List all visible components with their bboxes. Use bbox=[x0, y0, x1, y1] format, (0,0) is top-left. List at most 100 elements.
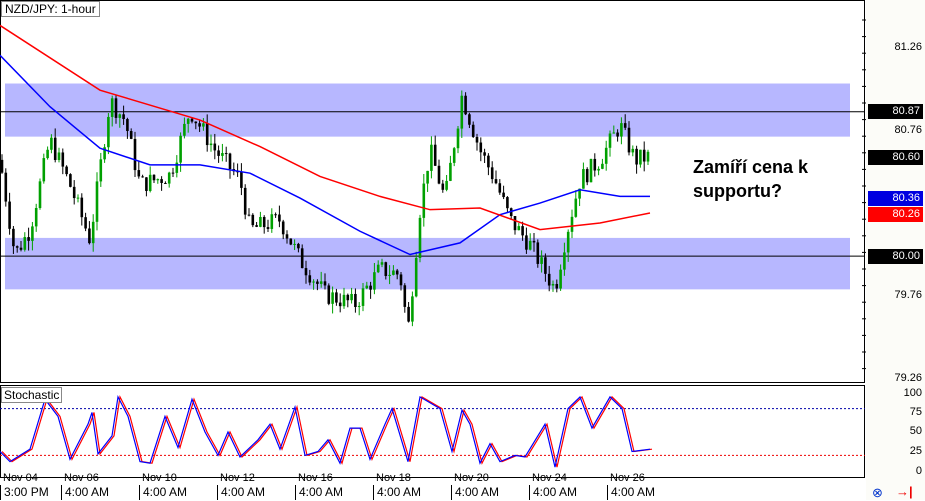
candle-body bbox=[430, 144, 433, 171]
candle-body bbox=[76, 197, 80, 199]
candle-body bbox=[604, 147, 608, 164]
candle-body bbox=[380, 262, 384, 265]
candle-body bbox=[27, 237, 30, 241]
candle-body bbox=[563, 252, 566, 270]
candle-body bbox=[107, 116, 110, 148]
current-price-tag: 80.60 bbox=[868, 150, 923, 165]
candle-body bbox=[240, 171, 243, 188]
candle-body bbox=[38, 181, 42, 209]
candle-body bbox=[414, 257, 418, 297]
candle-body bbox=[639, 149, 642, 165]
candle-body bbox=[259, 216, 262, 227]
link-icon[interactable]: ⊗ bbox=[872, 485, 883, 501]
candle-body bbox=[145, 177, 148, 191]
candle-body bbox=[312, 281, 315, 283]
stoch-tick: 100 bbox=[903, 387, 922, 399]
time-label: 3:00 PM bbox=[0, 485, 49, 500]
candle-body bbox=[80, 197, 84, 218]
candle-body bbox=[559, 269, 562, 289]
candle-body bbox=[99, 159, 103, 182]
date-label: Nov 26 bbox=[610, 472, 645, 484]
candle-body bbox=[327, 285, 331, 304]
candle-body bbox=[61, 152, 65, 167]
candle-body bbox=[251, 214, 255, 226]
candle-body bbox=[555, 283, 559, 289]
candle-body bbox=[403, 285, 407, 307]
candle-body bbox=[274, 214, 277, 216]
candle-body bbox=[243, 187, 247, 215]
candle-body bbox=[304, 268, 308, 276]
candle-body bbox=[213, 143, 217, 151]
candle-body bbox=[152, 174, 156, 181]
stoch-tick: 0 bbox=[915, 465, 922, 477]
candle-body bbox=[475, 136, 479, 143]
candle-body bbox=[205, 123, 209, 146]
candle-body bbox=[72, 186, 76, 199]
candle-body bbox=[502, 192, 505, 198]
candle-body bbox=[319, 281, 323, 284]
candle-body bbox=[221, 153, 224, 156]
candle-body bbox=[373, 272, 376, 290]
candle-body bbox=[270, 214, 274, 229]
chart-title: NZD/JPY: 1-hour bbox=[1, 1, 100, 17]
time-label: 4:00 AM bbox=[373, 485, 421, 500]
candle-body bbox=[464, 95, 467, 115]
candle-body bbox=[46, 149, 49, 159]
candle-body bbox=[133, 138, 137, 171]
candle-body bbox=[300, 248, 304, 269]
date-label: Nov 24 bbox=[532, 472, 567, 484]
stochastic-d-line bbox=[1, 394, 653, 468]
candle-body bbox=[228, 153, 232, 170]
candle-body bbox=[437, 165, 441, 184]
indicator-title: Stochastic bbox=[1, 387, 63, 403]
candle-body bbox=[19, 247, 23, 250]
candle-body bbox=[357, 305, 361, 308]
candle-body bbox=[323, 281, 327, 286]
candle-body bbox=[297, 243, 300, 249]
candle-body bbox=[137, 170, 141, 177]
candle-body bbox=[194, 121, 198, 124]
candle-body bbox=[167, 172, 171, 184]
time-label: 4:00 AM bbox=[607, 485, 655, 500]
price-tick: 81.26 bbox=[894, 41, 922, 53]
time-label: 4:00 AM bbox=[295, 485, 343, 500]
candle-body bbox=[388, 274, 391, 276]
candle-body bbox=[449, 162, 452, 181]
candle-body bbox=[350, 293, 353, 301]
date-label: Nov 12 bbox=[220, 472, 255, 484]
candle-body bbox=[12, 228, 15, 247]
time-label: 4:00 AM bbox=[451, 485, 499, 500]
scroll-to-end-icon[interactable]: →| bbox=[896, 484, 913, 499]
candle-body bbox=[536, 242, 540, 264]
candle-body bbox=[164, 182, 167, 184]
annotation-text: Zamíří cena k supportu? bbox=[693, 157, 809, 201]
candle-body bbox=[335, 292, 338, 303]
resistance-zone bbox=[5, 83, 850, 137]
candle-body bbox=[0, 159, 4, 173]
candle-body bbox=[445, 180, 448, 190]
candle-body bbox=[183, 123, 186, 136]
candle-body bbox=[384, 262, 388, 276]
candle-body bbox=[392, 270, 395, 275]
candle-body bbox=[517, 226, 521, 231]
candle-body bbox=[34, 208, 38, 227]
candle-body bbox=[247, 214, 251, 216]
candle-body bbox=[585, 169, 589, 183]
candle-body bbox=[122, 114, 125, 120]
candle-body bbox=[612, 132, 616, 134]
candle-body bbox=[198, 123, 201, 127]
candle-body bbox=[171, 172, 175, 174]
date-label: Nov 20 bbox=[454, 472, 489, 484]
candle-body bbox=[354, 293, 357, 308]
date-label: Nov 16 bbox=[298, 472, 333, 484]
candle-body bbox=[23, 237, 27, 250]
candle-body bbox=[50, 137, 53, 150]
candle-body bbox=[65, 166, 68, 175]
time-label: 4:00 AM bbox=[139, 485, 187, 500]
candle-body bbox=[407, 306, 410, 322]
candle-body bbox=[570, 216, 574, 232]
candle-body bbox=[369, 285, 372, 290]
candle-body bbox=[160, 179, 163, 183]
stoch-tick: 50 bbox=[909, 425, 922, 437]
candle-body bbox=[31, 226, 34, 241]
